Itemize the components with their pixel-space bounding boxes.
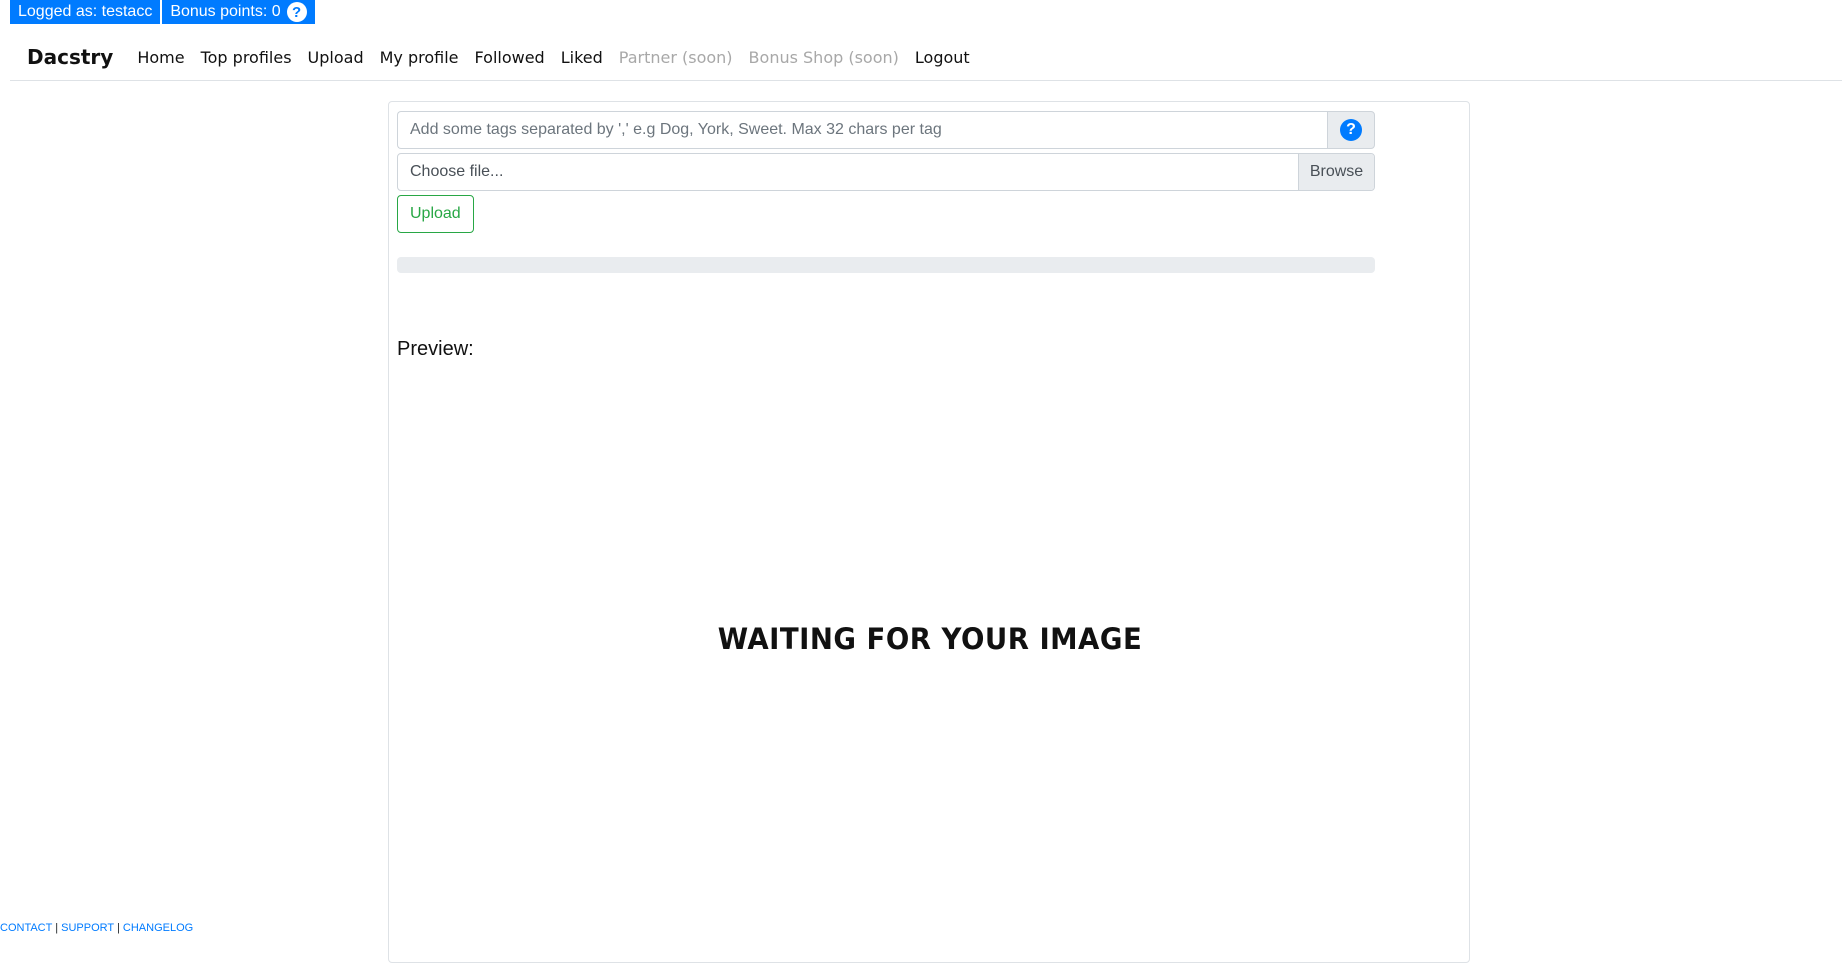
nav-bonus-shop: Bonus Shop (soon) xyxy=(748,47,899,67)
preview-heading: Preview: xyxy=(397,338,474,360)
footer-links: CONTACT | SUPPORT | CHANGELOG xyxy=(0,922,193,934)
footer-contact-link[interactable]: CONTACT xyxy=(0,922,52,934)
question-icon: ? xyxy=(1340,119,1362,141)
nav-liked[interactable]: Liked xyxy=(561,48,603,67)
bonus-points-text: Bonus points: 0 xyxy=(170,3,281,20)
upload-button[interactable]: Upload xyxy=(397,195,474,233)
tags-input[interactable] xyxy=(397,111,1327,149)
file-picker-label: Choose file... xyxy=(410,163,504,180)
file-picker[interactable]: Choose file... Browse xyxy=(397,153,1375,191)
footer-changelog-link[interactable]: CHANGELOG xyxy=(123,922,193,934)
footer-separator: | xyxy=(55,922,59,934)
upload-card: ? Choose file... Browse Upload Preview: … xyxy=(388,101,1470,963)
preview-placeholder-text: WAITING FOR YOUR IMAGE xyxy=(717,622,1143,656)
nav-followed[interactable]: Followed xyxy=(475,48,545,67)
status-bar: Logged as: testacc Bonus points: 0 ? xyxy=(10,0,315,24)
browse-button[interactable]: Browse xyxy=(1298,154,1374,190)
tags-help-button[interactable]: ? xyxy=(1327,111,1375,149)
nav-partner: Partner (soon) xyxy=(618,47,733,67)
logged-as-text: Logged as: testacc xyxy=(18,3,153,20)
nav-upload[interactable]: Upload xyxy=(308,48,364,67)
help-icon[interactable]: ? xyxy=(286,2,307,22)
upload-progress-bar xyxy=(397,257,1375,273)
nav-my-profile[interactable]: My profile xyxy=(380,48,459,67)
logged-as-badge: Logged as: testacc xyxy=(10,0,161,24)
brand-logo[interactable]: Dacstry xyxy=(27,45,113,69)
footer-separator: | xyxy=(116,922,120,934)
tags-input-group: ? xyxy=(397,111,1375,149)
bonus-points-badge: Bonus points: 0 ? xyxy=(162,0,315,24)
main-navbar: Dacstry Home Top profiles Upload My prof… xyxy=(10,34,1842,81)
nav-home[interactable]: Home xyxy=(137,48,184,67)
nav-logout[interactable]: Logout xyxy=(915,48,970,67)
nav-top-profiles[interactable]: Top profiles xyxy=(201,48,292,67)
footer-support-link[interactable]: SUPPORT xyxy=(61,922,114,934)
